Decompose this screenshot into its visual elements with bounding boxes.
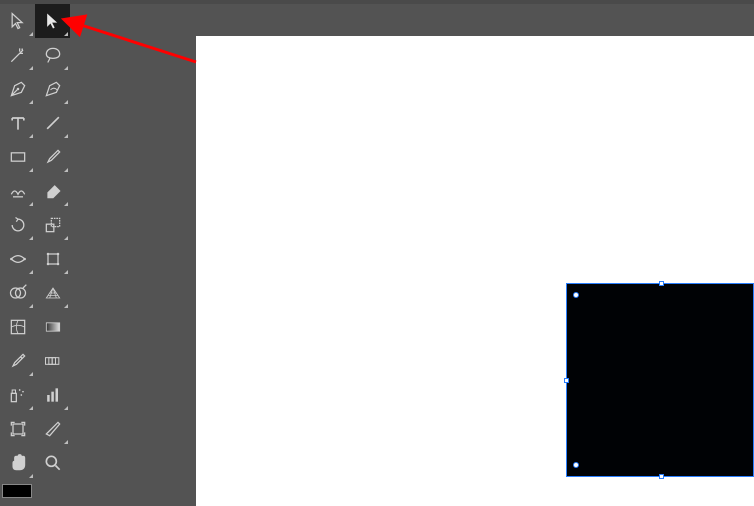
shape-builder-icon <box>8 283 28 303</box>
flyout-indicator-icon <box>29 202 33 206</box>
flyout-indicator-icon <box>29 304 33 308</box>
slice-tool[interactable] <box>35 412 70 446</box>
flyout-indicator-icon <box>64 406 68 410</box>
symbol-spray-icon <box>8 385 28 405</box>
zoom-icon <box>43 453 63 473</box>
blend-tool[interactable] <box>35 344 70 378</box>
slice-icon <box>43 419 63 439</box>
graph-icon <box>43 385 63 405</box>
direct-selection-tool[interactable] <box>35 4 70 38</box>
flyout-indicator-icon <box>29 236 33 240</box>
rectangle-tool[interactable] <box>0 140 35 174</box>
flyout-indicator-icon <box>29 134 33 138</box>
flyout-indicator-icon <box>29 372 33 376</box>
scale-tool[interactable] <box>35 208 70 242</box>
rotate-tool[interactable] <box>0 208 35 242</box>
eraser-icon <box>43 181 63 201</box>
flyout-indicator-icon <box>29 270 33 274</box>
line-icon <box>43 113 63 133</box>
line-segment-tool[interactable] <box>35 106 70 140</box>
flyout-indicator-icon <box>29 100 33 104</box>
type-tool[interactable] <box>0 106 35 140</box>
shape-builder-tool[interactable] <box>0 276 35 310</box>
eyedropper-icon <box>8 351 28 371</box>
width-tool[interactable] <box>0 242 35 276</box>
flyout-indicator-icon <box>64 32 68 36</box>
flyout-indicator-icon <box>64 304 68 308</box>
selected-rectangle-shape[interactable] <box>566 283 754 477</box>
symbol-sprayer-tool[interactable] <box>0 378 35 412</box>
cursor-fill-icon <box>43 11 63 31</box>
eyedropper-tool[interactable] <box>0 344 35 378</box>
top-bar <box>0 0 754 4</box>
rotate-icon <box>8 215 28 235</box>
flyout-indicator-icon <box>64 168 68 172</box>
eraser-tool[interactable] <box>35 174 70 208</box>
cursor-outline-icon <box>8 11 28 31</box>
free-transform-icon <box>43 249 63 269</box>
tools-panel <box>0 0 70 506</box>
fill-color-swatch[interactable] <box>2 484 32 498</box>
magic-wand-tool[interactable] <box>0 38 35 72</box>
rectangle-icon <box>8 147 28 167</box>
column-graph-tool[interactable] <box>35 378 70 412</box>
scale-icon <box>43 215 63 235</box>
flyout-indicator-icon <box>29 474 33 478</box>
zoom-tool[interactable] <box>35 446 70 480</box>
lasso-tool[interactable] <box>35 38 70 72</box>
blend-icon <box>43 351 63 371</box>
flyout-indicator-icon <box>64 440 68 444</box>
perspective-icon <box>43 283 63 303</box>
lasso-icon <box>43 45 63 65</box>
type-icon <box>8 113 28 133</box>
pen-icon <box>8 79 28 99</box>
artboard-tool[interactable] <box>0 412 35 446</box>
flyout-indicator-icon <box>64 270 68 274</box>
flyout-indicator-icon <box>29 32 33 36</box>
selection-handle-ml[interactable] <box>564 378 569 383</box>
flyout-indicator-icon <box>29 168 33 172</box>
shaper-icon <box>8 181 28 201</box>
paintbrush-tool[interactable] <box>35 140 70 174</box>
selection-handle-bm[interactable] <box>659 474 664 479</box>
pen-tool[interactable] <box>0 72 35 106</box>
shaper-tool[interactable] <box>0 174 35 208</box>
selection-tool[interactable] <box>0 4 35 38</box>
flyout-indicator-icon <box>64 134 68 138</box>
brush-icon <box>43 147 63 167</box>
selection-handle-tl[interactable] <box>573 292 579 298</box>
flyout-indicator-icon <box>29 66 33 70</box>
curvature-tool[interactable] <box>35 72 70 106</box>
hand-tool[interactable] <box>0 446 35 480</box>
width-icon <box>8 249 28 269</box>
gradient-tool[interactable] <box>35 310 70 344</box>
flyout-indicator-icon <box>64 236 68 240</box>
mesh-icon <box>8 317 28 337</box>
magic-wand-icon <box>8 45 28 65</box>
gradient-icon <box>43 317 63 337</box>
artboard-icon <box>8 419 28 439</box>
flyout-indicator-icon <box>64 100 68 104</box>
flyout-indicator-icon <box>64 202 68 206</box>
mesh-tool[interactable] <box>0 310 35 344</box>
selection-handle-bl[interactable] <box>573 462 579 468</box>
free-transform-tool[interactable] <box>35 242 70 276</box>
perspective-grid-tool[interactable] <box>35 276 70 310</box>
flyout-indicator-icon <box>64 66 68 70</box>
hand-icon <box>8 453 28 473</box>
selection-handle-tm[interactable] <box>659 281 664 286</box>
curvature-pen-icon <box>43 79 63 99</box>
flyout-indicator-icon <box>29 406 33 410</box>
